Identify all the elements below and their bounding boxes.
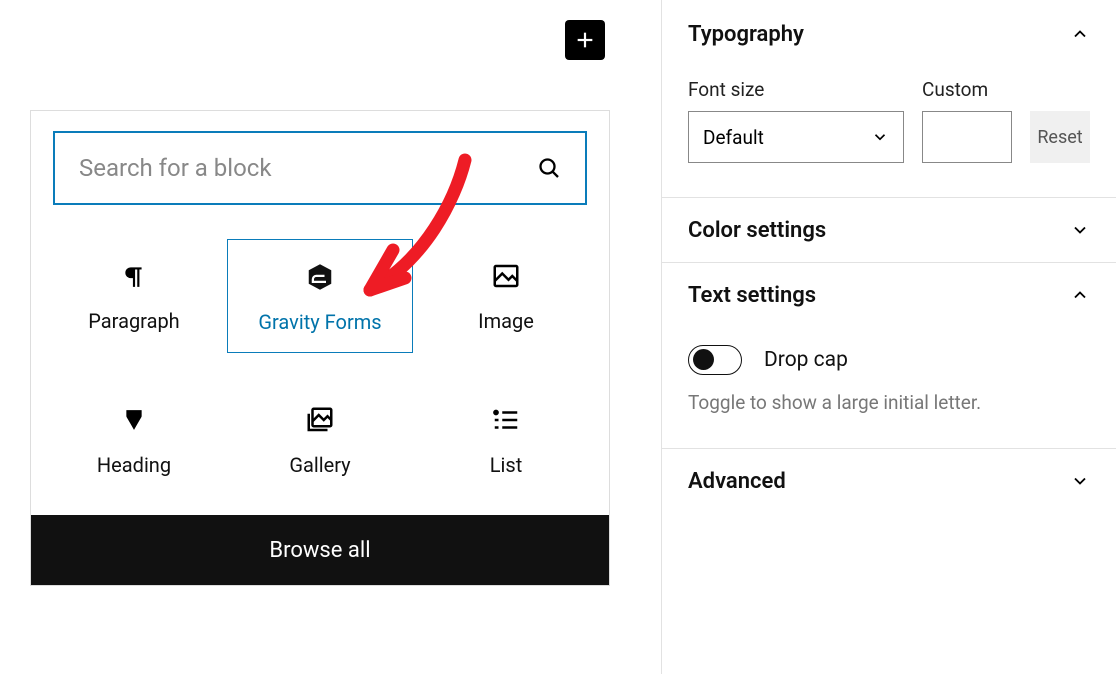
block-label: Heading [97, 453, 171, 477]
panel-advanced: Advanced [662, 449, 1116, 513]
paragraph-icon [119, 261, 149, 291]
search-field[interactable] [79, 154, 537, 182]
block-label: Image [478, 309, 534, 333]
settings-sidebar: Typography Font size Default Custom Rese… [661, 0, 1116, 674]
block-inserter: Paragraph Gravity Forms Image Hea [30, 110, 610, 586]
search-input[interactable] [53, 131, 587, 205]
panel-title: Text settings [688, 283, 816, 308]
heading-icon [119, 405, 149, 435]
panel-typography: Typography Font size Default Custom Rese… [662, 0, 1116, 198]
list-icon [491, 405, 521, 435]
panel-text-header[interactable]: Text settings [688, 263, 1090, 327]
block-label: Paragraph [88, 309, 179, 333]
chevron-down-icon [1070, 471, 1090, 491]
chevron-up-icon [1070, 24, 1090, 44]
block-heading[interactable]: Heading [41, 383, 227, 495]
gravity-forms-icon [305, 262, 335, 292]
gallery-icon [305, 405, 335, 435]
custom-font-size-input[interactable] [922, 111, 1012, 163]
chevron-up-icon [1070, 285, 1090, 305]
add-block-button[interactable] [565, 20, 605, 60]
chevron-down-icon [1070, 220, 1090, 240]
panel-title: Advanced [688, 469, 786, 494]
block-gravity-forms[interactable]: Gravity Forms [227, 239, 413, 353]
reset-button[interactable]: Reset [1030, 111, 1090, 163]
panel-color-header[interactable]: Color settings [688, 198, 1090, 262]
chevron-down-icon [871, 128, 889, 146]
panel-text-settings: Text settings Drop cap Toggle to show a … [662, 263, 1116, 449]
font-size-value: Default [703, 126, 764, 149]
block-gallery[interactable]: Gallery [227, 383, 413, 495]
block-image[interactable]: Image [413, 239, 599, 353]
block-list[interactable]: List [413, 383, 599, 495]
panel-typography-header[interactable]: Typography [688, 0, 1090, 68]
block-label: Gallery [289, 453, 350, 477]
panel-title: Color settings [688, 218, 826, 243]
drop-cap-help: Toggle to show a large initial letter. [688, 375, 1090, 414]
custom-label: Custom [922, 78, 1012, 101]
block-label: List [490, 453, 523, 477]
block-paragraph[interactable]: Paragraph [41, 239, 227, 353]
font-size-label: Font size [688, 78, 904, 101]
panel-advanced-header[interactable]: Advanced [688, 449, 1090, 513]
browse-all-label: Browse all [269, 538, 370, 563]
panel-color-settings: Color settings [662, 198, 1116, 263]
image-icon [491, 261, 521, 291]
block-label: Gravity Forms [258, 310, 381, 334]
search-icon [537, 156, 561, 180]
browse-all-button[interactable]: Browse all [31, 515, 609, 585]
plus-icon [574, 29, 596, 51]
drop-cap-label: Drop cap [764, 348, 848, 372]
font-size-select[interactable]: Default [688, 111, 904, 163]
panel-title: Typography [688, 22, 804, 47]
drop-cap-toggle[interactable] [688, 345, 742, 375]
